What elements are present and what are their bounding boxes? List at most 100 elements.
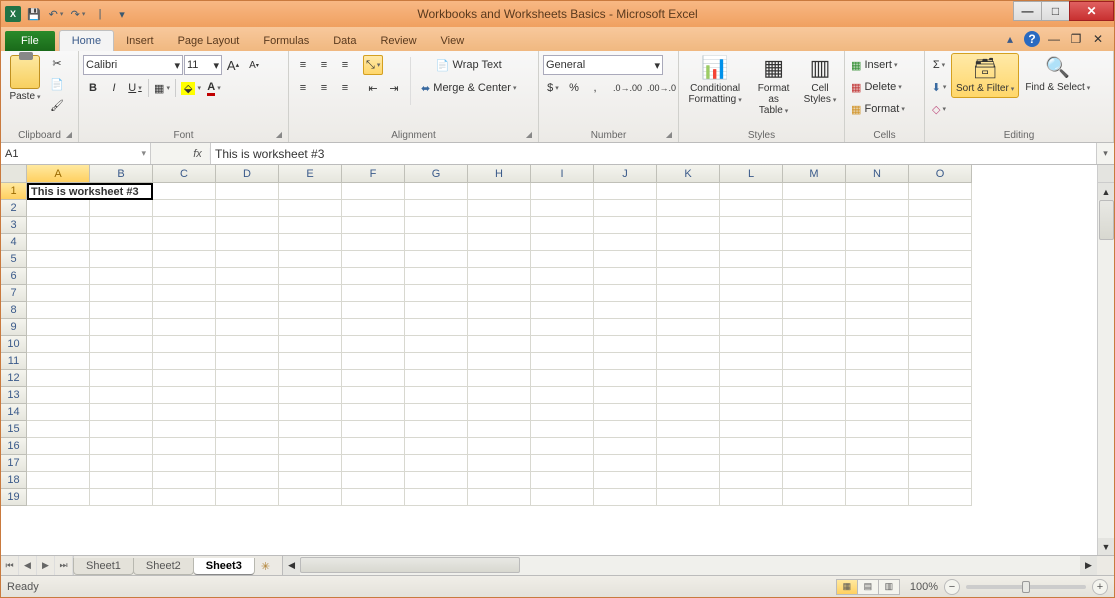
cell[interactable] — [216, 319, 279, 336]
cell-styles-button[interactable]: ▥ Cell Styles — [800, 53, 840, 108]
cell[interactable] — [846, 183, 909, 200]
cell[interactable] — [846, 472, 909, 489]
cell[interactable] — [27, 370, 90, 387]
italic-button[interactable]: I — [104, 78, 124, 98]
cell[interactable] — [405, 183, 468, 200]
cell[interactable] — [216, 370, 279, 387]
cell[interactable] — [279, 489, 342, 506]
cell[interactable] — [846, 370, 909, 387]
cell[interactable] — [405, 404, 468, 421]
cell[interactable] — [783, 353, 846, 370]
decrease-decimal-icon[interactable]: .00→.0 — [645, 78, 678, 98]
cell[interactable] — [594, 370, 657, 387]
cell[interactable] — [216, 387, 279, 404]
cell[interactable] — [279, 353, 342, 370]
close-button[interactable]: ✕ — [1069, 1, 1114, 21]
cell[interactable] — [342, 251, 405, 268]
cell[interactable] — [846, 336, 909, 353]
tab-view[interactable]: View — [429, 31, 477, 51]
cell[interactable] — [342, 200, 405, 217]
cell[interactable] — [405, 217, 468, 234]
cell[interactable] — [90, 251, 153, 268]
percent-format-icon[interactable]: % — [564, 78, 584, 98]
cell[interactable] — [153, 387, 216, 404]
cell[interactable] — [531, 268, 594, 285]
copy-icon[interactable]: 📄 — [47, 74, 67, 94]
cell[interactable] — [27, 217, 90, 234]
cell[interactable] — [531, 438, 594, 455]
column-header[interactable]: C — [153, 165, 216, 183]
cell[interactable] — [720, 319, 783, 336]
cell[interactable] — [153, 200, 216, 217]
row-header[interactable]: 6 — [1, 268, 27, 285]
cell[interactable] — [342, 217, 405, 234]
cell[interactable] — [216, 183, 279, 200]
workbook-restore-icon[interactable]: ❐ — [1068, 31, 1084, 47]
cell[interactable] — [657, 353, 720, 370]
cell[interactable] — [846, 200, 909, 217]
cell[interactable] — [909, 387, 972, 404]
cell[interactable] — [594, 319, 657, 336]
cell[interactable] — [90, 217, 153, 234]
cell[interactable] — [720, 387, 783, 404]
row-header[interactable]: 13 — [1, 387, 27, 404]
cell[interactable] — [720, 472, 783, 489]
cell[interactable] — [342, 404, 405, 421]
cell[interactable] — [657, 268, 720, 285]
decrease-font-icon[interactable]: A▾ — [244, 55, 264, 75]
cell[interactable] — [468, 183, 531, 200]
cell[interactable] — [657, 336, 720, 353]
align-middle-icon[interactable]: ≡ — [314, 55, 334, 75]
cell[interactable] — [216, 421, 279, 438]
cell[interactable] — [405, 200, 468, 217]
cell[interactable] — [531, 285, 594, 302]
cell[interactable] — [468, 336, 531, 353]
cell[interactable] — [783, 455, 846, 472]
cell[interactable] — [531, 302, 594, 319]
cell[interactable] — [342, 472, 405, 489]
cell[interactable] — [153, 455, 216, 472]
cell[interactable] — [405, 302, 468, 319]
cell[interactable] — [783, 302, 846, 319]
wrap-text-button[interactable]: 📄 Wrap Text — [417, 55, 520, 75]
cell[interactable] — [909, 353, 972, 370]
cell[interactable] — [783, 489, 846, 506]
column-header[interactable]: M — [783, 165, 846, 183]
cell[interactable] — [405, 268, 468, 285]
cell[interactable] — [405, 489, 468, 506]
tab-home[interactable]: Home — [59, 30, 114, 51]
cell[interactable] — [468, 370, 531, 387]
sheet-nav-first-icon[interactable]: ⏮ — [1, 556, 19, 575]
cell[interactable] — [909, 336, 972, 353]
cell[interactable] — [846, 438, 909, 455]
cell[interactable] — [216, 302, 279, 319]
cell[interactable] — [657, 421, 720, 438]
cell[interactable] — [783, 285, 846, 302]
cell[interactable] — [342, 387, 405, 404]
sheet-tab-sheet2[interactable]: Sheet2 — [133, 558, 194, 575]
cell[interactable] — [216, 489, 279, 506]
cell[interactable] — [216, 353, 279, 370]
fill-icon[interactable]: ⬇ — [929, 77, 949, 97]
row-header[interactable]: 10 — [1, 336, 27, 353]
hscroll-track[interactable] — [300, 556, 1080, 575]
cell[interactable] — [531, 251, 594, 268]
font-color-icon[interactable]: A — [204, 78, 224, 98]
cell[interactable] — [468, 489, 531, 506]
cell[interactable] — [531, 183, 594, 200]
cell[interactable] — [846, 387, 909, 404]
cell[interactable] — [153, 285, 216, 302]
cell[interactable] — [720, 370, 783, 387]
workbook-close-icon[interactable]: ✕ — [1090, 31, 1106, 47]
undo-icon[interactable]: ↶ — [47, 5, 65, 23]
cell[interactable] — [783, 234, 846, 251]
cell[interactable] — [90, 472, 153, 489]
scroll-down-icon[interactable]: ▼ — [1098, 538, 1114, 555]
cell[interactable] — [909, 234, 972, 251]
cell[interactable] — [27, 200, 90, 217]
new-sheet-icon[interactable]: ✳ — [255, 558, 276, 575]
cell[interactable] — [468, 421, 531, 438]
cell[interactable] — [216, 285, 279, 302]
column-header[interactable]: I — [531, 165, 594, 183]
cell[interactable] — [27, 387, 90, 404]
